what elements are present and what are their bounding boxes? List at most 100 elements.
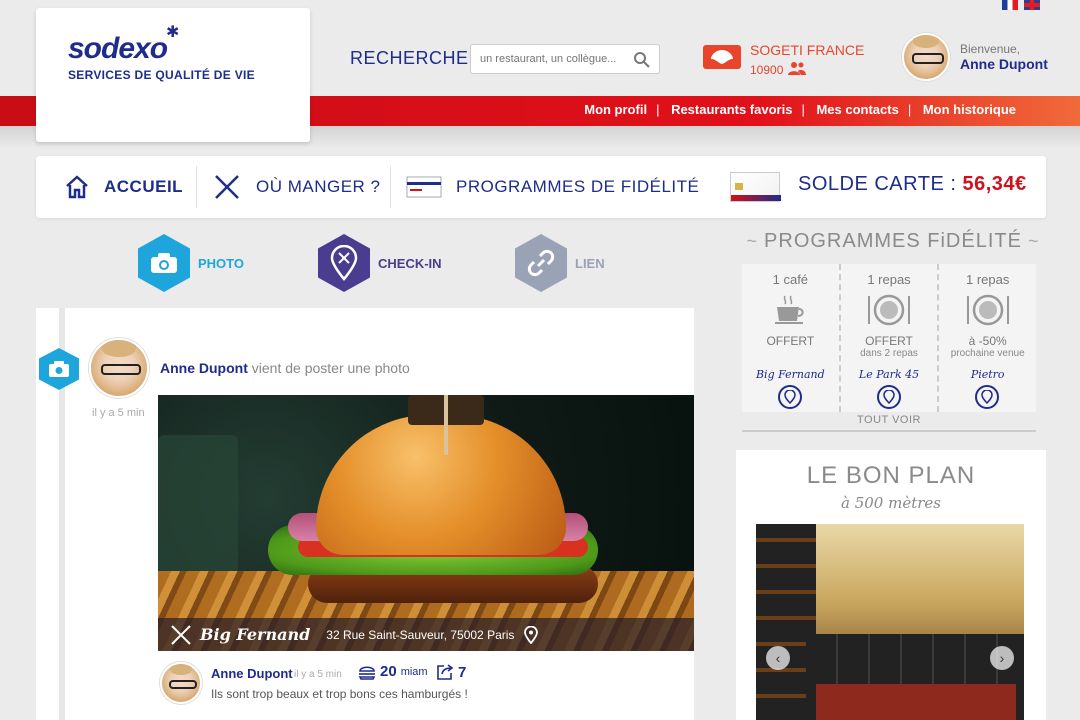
see-all-link[interactable]: TOUT VOIR bbox=[742, 414, 1036, 426]
post-timestamp: il y a 5 min bbox=[92, 407, 145, 419]
photo-skewer-stick bbox=[444, 395, 448, 455]
plate-icon bbox=[939, 290, 1036, 330]
post-author-avatar[interactable] bbox=[89, 338, 149, 398]
loyalty-card-icon bbox=[406, 176, 442, 198]
link-my-contacts[interactable]: Mes contacts bbox=[801, 102, 910, 117]
card-balance[interactable]: SOLDE CARTE : 56,34€ bbox=[798, 173, 1027, 196]
french-flag-icon[interactable] bbox=[1002, 0, 1018, 10]
nav-home[interactable]: ACCUEIL bbox=[64, 156, 183, 218]
comment-author-name[interactable]: Anne Dupont bbox=[211, 666, 293, 681]
loyalty-item[interactable]: 1 repas à -50% prochaine venue Pietro bbox=[939, 264, 1036, 412]
chevron-left-icon: ‹ bbox=[775, 650, 781, 666]
company-name[interactable]: SOGETI FRANCE bbox=[750, 42, 864, 58]
tab-photo[interactable]: PHOTO bbox=[138, 234, 244, 292]
home-icon bbox=[66, 175, 88, 199]
coffee-cup-icon bbox=[742, 290, 839, 330]
logo-card[interactable]: sodexo ✱ SERVICES DE QUALITÉ DE VIE bbox=[36, 8, 310, 142]
search-box bbox=[470, 44, 660, 74]
nav-loyalty-programs[interactable]: PROGRAMMES DE FIDÉLITÉ bbox=[406, 156, 699, 218]
photo-bun-shape bbox=[316, 415, 566, 555]
tab-link[interactable]: LIEN bbox=[515, 234, 605, 292]
payment-card-icon bbox=[730, 172, 781, 202]
language-switcher bbox=[1002, 0, 1040, 10]
carousel-next-button[interactable]: › bbox=[990, 646, 1014, 670]
location-pin-icon[interactable] bbox=[778, 385, 802, 409]
location-pin-icon[interactable] bbox=[524, 625, 539, 644]
account-links: Mon profil Restaurants favoris Mes conta… bbox=[572, 102, 1028, 117]
tab-checkin[interactable]: CHECK-IN bbox=[318, 234, 442, 292]
location-pin-icon[interactable] bbox=[975, 385, 1000, 409]
english-flag-icon[interactable] bbox=[1024, 0, 1040, 10]
search-input[interactable] bbox=[471, 45, 621, 73]
loyalty-item[interactable]: 1 repas OFFERT dans 2 repas Le Park 45 bbox=[841, 264, 940, 412]
miam-unit: miam bbox=[400, 665, 428, 678]
link-my-history[interactable]: Mon historique bbox=[908, 102, 1028, 117]
cutlery-icon bbox=[171, 624, 191, 645]
link-favorite-restaurants[interactable]: Restaurants favoris bbox=[656, 102, 804, 117]
user-avatar[interactable] bbox=[902, 33, 950, 81]
brand-logo: sodexo bbox=[68, 32, 168, 65]
miam-counter[interactable]: 20 miam bbox=[358, 663, 428, 680]
comment-timestamp: il y a 5 min bbox=[294, 669, 342, 680]
good-deal-distance: à 500 mètres bbox=[841, 494, 941, 512]
loyalty-item-condition: prochaine venue bbox=[950, 348, 1025, 359]
checkin-pin-icon bbox=[318, 234, 370, 292]
people-icon bbox=[788, 62, 806, 75]
photo-caption-bar: Big Fernand 32 Rue Saint-Sauveur, 75002 … bbox=[158, 618, 694, 651]
loyalty-item-offer: à -50% bbox=[968, 334, 1007, 348]
photo-table-shape bbox=[816, 684, 1016, 720]
miam-count: 20 bbox=[380, 663, 397, 680]
company-logo-icon bbox=[703, 45, 741, 69]
link-icon bbox=[515, 234, 567, 292]
loyalty-item-restaurant: Pietro bbox=[970, 368, 1005, 381]
share-counter[interactable]: 7 bbox=[436, 663, 466, 681]
good-deal-title: LE BON PLAN bbox=[806, 462, 976, 489]
location-pin-icon[interactable] bbox=[876, 385, 901, 409]
company-member-count: 10900 bbox=[750, 63, 784, 77]
tab-link-label: LIEN bbox=[575, 255, 605, 271]
chevron-right-icon: › bbox=[999, 650, 1005, 666]
loyalty-item-condition: dans 2 repas bbox=[860, 348, 918, 359]
loyalty-item-offer: OFFERT bbox=[766, 334, 815, 348]
see-all-divider bbox=[742, 430, 1036, 432]
search-icon[interactable] bbox=[633, 51, 651, 69]
loyalty-item-offer: OFFERT bbox=[865, 334, 913, 348]
post-author-name[interactable]: Anne Dupont bbox=[160, 360, 248, 376]
tab-photo-label: PHOTO bbox=[198, 255, 244, 271]
nav-home-label: ACCUEIL bbox=[104, 177, 184, 196]
good-deal-photo[interactable]: ‹ › bbox=[756, 524, 1024, 720]
loyalty-item-title: 1 repas bbox=[867, 272, 911, 287]
brand-tagline: SERVICES DE QUALITÉ DE VIE bbox=[68, 68, 255, 82]
photo-glass-shape bbox=[158, 435, 238, 575]
tab-checkin-label: CHECK-IN bbox=[378, 255, 442, 271]
card-balance-label: SOLDE CARTE : bbox=[798, 173, 957, 195]
loyalty-item-restaurant: Big Fernand bbox=[755, 368, 825, 381]
photo-restaurant-address: 32 Rue Saint-Sauveur, 75002 Paris bbox=[326, 627, 515, 642]
good-deal-card: LE BON PLAN à 500 mètres ‹ › bbox=[736, 450, 1046, 720]
card-balance-value: 56,34€ bbox=[962, 173, 1027, 195]
nav-where-to-eat[interactable]: OÙ MANGER ? bbox=[212, 156, 381, 218]
nav-where-to-eat-label: OÙ MANGER ? bbox=[256, 177, 381, 196]
comment-author-avatar[interactable] bbox=[160, 662, 202, 704]
camera-icon bbox=[138, 234, 190, 292]
logo-star-icon: ✱ bbox=[166, 24, 180, 41]
loyalty-item-title: 1 café bbox=[772, 272, 809, 287]
post-photo[interactable] bbox=[158, 395, 694, 651]
search-label: RECHERCHER bbox=[350, 48, 483, 68]
plate-icon bbox=[841, 290, 938, 330]
user-name[interactable]: Anne Dupont bbox=[960, 56, 1048, 72]
link-my-profile[interactable]: Mon profil bbox=[572, 102, 659, 117]
share-icon bbox=[437, 664, 454, 680]
welcome-text: Bienvenue, bbox=[960, 42, 1021, 56]
loyalty-section-title: PROGRAMMES FiDÉLITÉ bbox=[740, 230, 1046, 253]
post-header: Anne Dupont vient de poster une photo bbox=[160, 360, 410, 376]
photo-restaurant-name[interactable]: Big Fernand bbox=[200, 625, 310, 644]
share-count: 7 bbox=[458, 663, 467, 681]
comment-text: Ils sont trop beaux et trop bons ces ham… bbox=[211, 687, 468, 701]
cutlery-icon bbox=[215, 175, 239, 199]
post-action-text: vient de poster une photo bbox=[251, 360, 410, 376]
loyalty-item-title: 1 repas bbox=[965, 272, 1010, 287]
loyalty-item[interactable]: 1 café OFFERT Big Fernand bbox=[742, 264, 841, 412]
nav-loyalty-label: PROGRAMMES DE FIDÉLITÉ bbox=[456, 177, 700, 196]
carousel-prev-button[interactable]: ‹ bbox=[766, 646, 790, 670]
